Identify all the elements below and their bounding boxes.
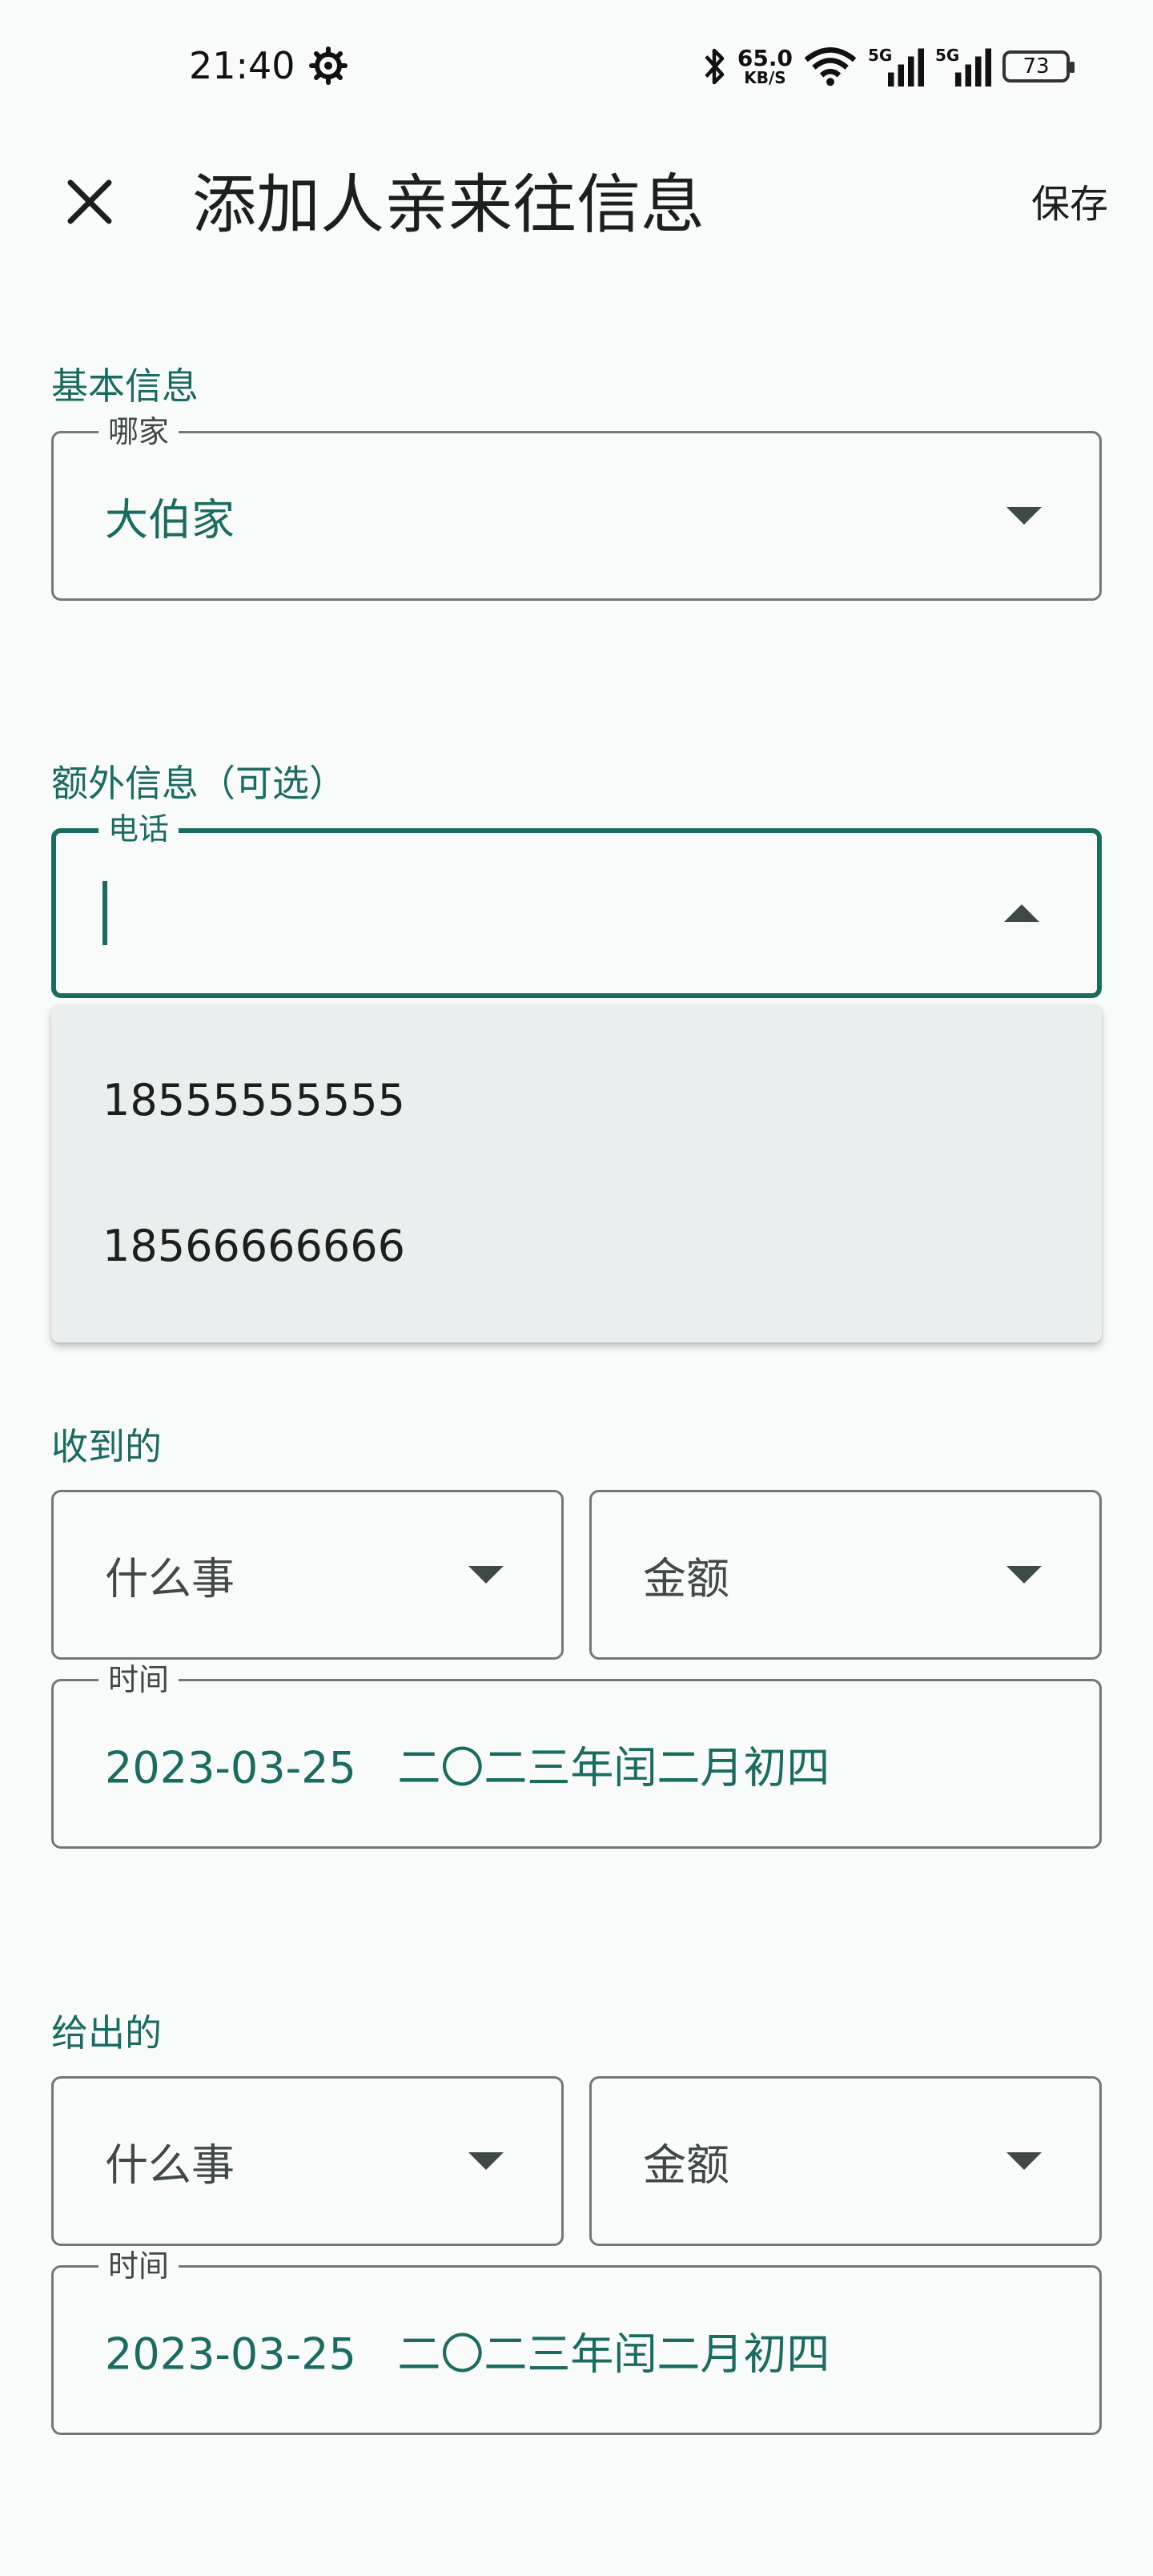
- given-time-label: 时间: [98, 2247, 179, 2285]
- menu-item-phone-1[interactable]: 18555555555: [102, 1069, 405, 1133]
- status-icons: 65.0 KB/S 5G 5G 73: [702, 38, 1075, 95]
- menu-item-phone-2[interactable]: 18566666666: [102, 1214, 405, 1278]
- phone-input[interactable]: 电话: [51, 810, 1102, 998]
- given-event-select[interactable]: 什么事: [51, 2076, 564, 2246]
- bluetooth-icon: [705, 48, 725, 85]
- page-title: 添加人亲来往信息: [192, 167, 705, 242]
- text-caret: [102, 881, 107, 945]
- net-speed-unit: KB/S: [744, 68, 786, 87]
- signal-icon: 5G: [935, 46, 991, 87]
- given-event-placeholder: 什么事: [105, 2139, 235, 2191]
- received-event-placeholder: 什么事: [105, 1553, 235, 1604]
- received-amount-placeholder: 金额: [643, 1553, 729, 1604]
- received-event-select[interactable]: 什么事: [51, 1490, 564, 1660]
- given-header: 给出的: [51, 2011, 162, 2055]
- signal-icon: 5G: [868, 46, 924, 87]
- received-header: 收到的: [51, 1425, 162, 1468]
- received-time-field[interactable]: 时间 2023-03-25 二〇二三年闰二月初四: [51, 1660, 1102, 1849]
- family-value: 大伯家: [105, 494, 235, 545]
- battery-icon: 73: [1002, 50, 1075, 83]
- save-button[interactable]: 保存: [1025, 176, 1115, 232]
- basic-info-header: 基本信息: [51, 364, 199, 408]
- received-time-value: 2023-03-25 二〇二三年闰二月初四: [105, 1742, 830, 1793]
- wifi-icon: [804, 47, 857, 87]
- chevron-down-icon: [1006, 1566, 1042, 1584]
- given-amount-select[interactable]: 金额: [589, 2076, 1102, 2246]
- phone-options-menu: 18555555555 18566666666: [51, 1004, 1102, 1342]
- status-time: 21:40: [189, 44, 295, 87]
- received-time-label: 时间: [98, 1660, 179, 1699]
- given-time-value: 2023-03-25 二〇二三年闰二月初四: [105, 2328, 830, 2380]
- chevron-down-icon: [468, 1566, 504, 1584]
- family-select[interactable]: 哪家 大伯家: [51, 413, 1102, 601]
- chevron-down-icon: [468, 2152, 504, 2170]
- given-amount-placeholder: 金额: [643, 2139, 729, 2191]
- net-speed-value: 65.0: [737, 45, 793, 71]
- close-button[interactable]: [53, 165, 127, 239]
- chevron-down-icon: [1006, 507, 1042, 525]
- extra-info-header: 额外信息（可选）: [51, 762, 346, 805]
- net-speed: 65.0 KB/S: [737, 45, 793, 87]
- chevron-down-icon: [1006, 2152, 1042, 2170]
- gear-icon: [309, 46, 348, 85]
- received-amount-select[interactable]: 金额: [589, 1490, 1102, 1660]
- phone-label: 电话: [98, 810, 179, 848]
- family-label: 哪家: [98, 413, 179, 451]
- given-time-field[interactable]: 时间 2023-03-25 二〇二三年闰二月初四: [51, 2247, 1102, 2435]
- battery-level: 73: [1022, 54, 1050, 78]
- close-icon: [67, 179, 112, 224]
- chevron-up-icon[interactable]: [1004, 904, 1039, 922]
